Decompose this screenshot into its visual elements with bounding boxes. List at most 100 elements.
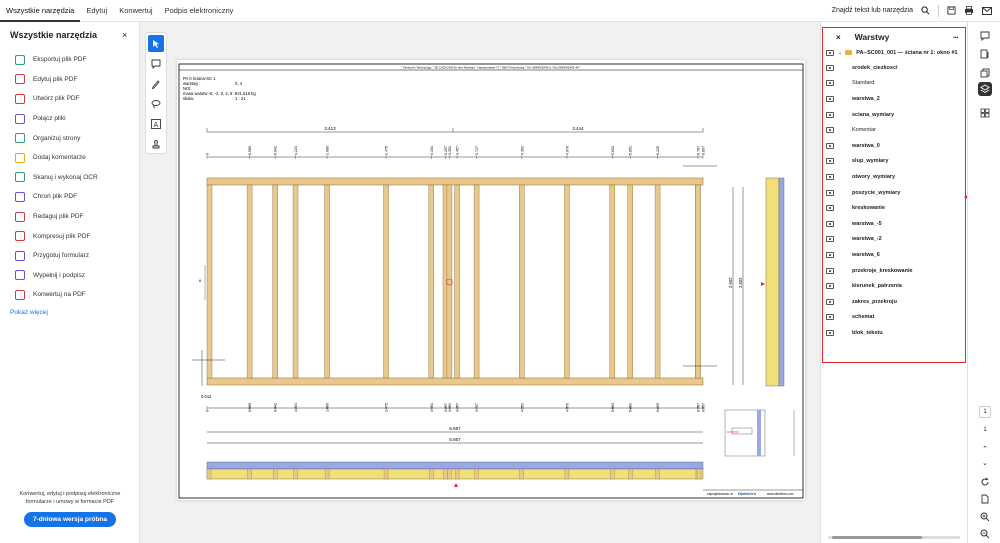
eye-icon[interactable] [826, 298, 834, 305]
tool-item[interactable]: Konwertuj na PDF [0, 285, 139, 305]
stud [246, 184, 253, 379]
tool-item[interactable]: Przygotuj formularz [0, 246, 139, 266]
free-trial-button[interactable]: 7-dniowa wersja próbna [24, 512, 116, 527]
stud [428, 184, 435, 379]
tool-item[interactable]: Eksportuj plik PDF [0, 50, 139, 70]
plan-stud [564, 468, 570, 480]
pages-icon[interactable] [979, 48, 991, 60]
eye-icon[interactable] [826, 189, 834, 196]
layers-icon[interactable] [978, 82, 992, 96]
layer-item[interactable]: schemat [824, 310, 964, 326]
chevron-up-icon[interactable]: ⌃ [979, 443, 991, 455]
comment-tool[interactable] [146, 54, 166, 74]
stud-dimension: 5.851 [629, 403, 633, 412]
save-icon[interactable] [947, 6, 956, 15]
eye-icon[interactable] [826, 127, 834, 134]
top-right-controls: Znajdź tekst lub narzędzia [832, 4, 1000, 17]
eye-icon[interactable] [826, 111, 834, 118]
tool-item[interactable]: Połącz pliki [0, 109, 139, 129]
lasso-tool[interactable] [146, 94, 166, 114]
page-number-input[interactable]: 1 [979, 406, 991, 418]
stamp-tool[interactable] [146, 134, 166, 154]
eye-icon[interactable] [826, 267, 834, 274]
zoom-in-icon[interactable] [979, 511, 991, 523]
refresh-icon[interactable] [979, 476, 991, 488]
layer-label: Komentar [852, 127, 876, 134]
eye-icon[interactable] [826, 220, 834, 227]
layer-label: warstwa_-5 [852, 220, 882, 227]
stud-dimension: 1.660 [326, 146, 330, 155]
zoom-out-icon[interactable] [979, 528, 991, 540]
tab-e-signature[interactable]: Podpis elektroniczny [159, 0, 240, 22]
eye-icon[interactable] [826, 251, 834, 258]
tool-label: Dodaj komentarze [33, 154, 86, 162]
tool-item[interactable]: Dodaj komentarze [0, 148, 139, 168]
tool-label: Organizuj strony [33, 134, 81, 142]
dim-bottom-left: 0.012 [201, 394, 212, 399]
tool-item[interactable]: Organizuj strony [0, 128, 139, 148]
eye-icon[interactable] [826, 329, 834, 336]
eye-icon[interactable] [826, 205, 834, 212]
layer-item[interactable]: zakres_przekroju [824, 294, 964, 310]
print-icon[interactable] [964, 6, 974, 15]
stud-dimension: 3.727 [475, 146, 479, 155]
chevron-down-icon[interactable]: ⌄ [979, 457, 991, 469]
select-tool[interactable] [148, 35, 164, 52]
header-line: " Dietrich's Technology " 3D CAD/CAM für… [401, 66, 580, 70]
chevron-down-icon[interactable]: ⌄ [838, 50, 842, 56]
layer-item[interactable]: blok_tekstu [824, 325, 964, 341]
tool-icon [15, 250, 25, 261]
tool-item[interactable]: Wypełnij i podpisz [0, 266, 139, 286]
layer-root[interactable]: ⌄ PA--SC001_001 — ściana nr 1: okno #1 [824, 45, 964, 61]
close-icon[interactable]: × [122, 30, 127, 40]
layer-label: otwory_wymiary [852, 173, 896, 180]
stud-dimension: 6.857 [702, 403, 706, 412]
search-icon[interactable] [921, 6, 930, 15]
eye-icon[interactable] [826, 236, 834, 243]
eye-icon[interactable] [826, 142, 834, 149]
show-more-link[interactable]: Pokaż więcej [0, 305, 139, 320]
tool-item[interactable]: Kompresuj plik PDF [0, 226, 139, 246]
eye-icon[interactable] [826, 158, 834, 165]
eye-icon[interactable] [826, 173, 834, 180]
cursor-icon [152, 39, 159, 48]
wall-plan-strip [206, 461, 704, 487]
tool-item[interactable]: Redaguj plik PDF [0, 207, 139, 227]
tab-edit[interactable]: Edytuj [80, 0, 113, 22]
tool-item[interactable]: Chroń plik PDF [0, 187, 139, 207]
layer-label: kreskowanie [852, 205, 886, 212]
more-options-icon[interactable]: ··· [953, 33, 959, 42]
text-tool[interactable]: A [146, 114, 166, 134]
eye-icon[interactable] [826, 64, 834, 71]
panel-scrollbar[interactable] [828, 536, 960, 539]
tool-item[interactable]: Utwórz plik PDF [0, 89, 139, 109]
mail-icon[interactable] [982, 6, 992, 15]
search-label[interactable]: Znajdź tekst lub narzędzia [832, 7, 913, 14]
tab-convert[interactable]: Konwertuj [113, 0, 158, 22]
stud-dimension: 1.224 [294, 146, 298, 155]
stud [446, 184, 453, 379]
promo-line-2: formularze i umowy w formacie PDF [25, 499, 115, 505]
stud-dimension: 1.660 [326, 403, 330, 412]
stud [473, 184, 480, 379]
tool-item[interactable]: Edytuj plik PDF [0, 70, 139, 90]
divider [938, 4, 939, 17]
copy-icon[interactable] [979, 67, 991, 79]
stud [654, 184, 661, 379]
folder-icon [845, 50, 853, 56]
tool-item[interactable]: Skanuj i wykonaj OCR [0, 168, 139, 188]
eye-icon[interactable] [826, 314, 834, 321]
stud-dimension: 5.851 [629, 146, 633, 155]
close-icon[interactable]: × [836, 33, 841, 42]
tab-all-tools[interactable]: Wszystkie narzędzia [0, 0, 81, 22]
page-file-icon[interactable] [979, 493, 991, 505]
technical-drawing: " Dietrich's Technology " 3D CAD/CAM für… [178, 63, 804, 499]
comment-panel-icon[interactable] [979, 30, 991, 42]
draw-tool[interactable] [146, 74, 166, 94]
eye-icon[interactable] [826, 95, 834, 102]
eye-icon[interactable] [826, 80, 834, 87]
dim-top-left: 3.413 [324, 126, 336, 131]
eye-icon[interactable] [826, 283, 834, 290]
grid-icon[interactable] [979, 107, 991, 119]
eye-icon[interactable] [826, 49, 834, 56]
